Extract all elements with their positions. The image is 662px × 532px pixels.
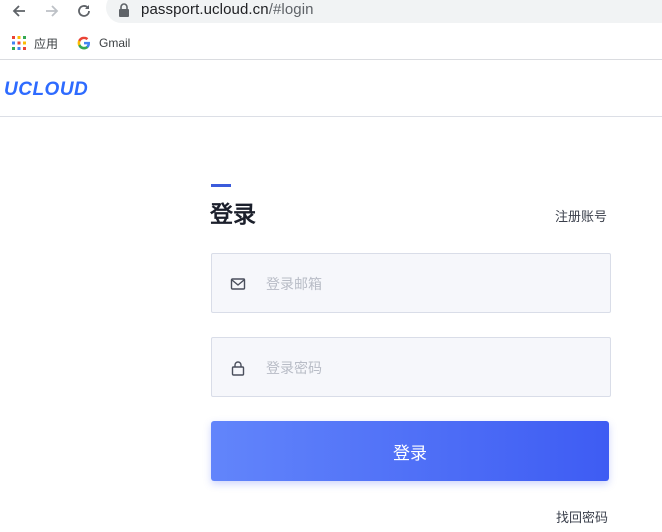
lock-icon	[231, 361, 245, 376]
bookmark-apps[interactable]: 应用	[12, 34, 58, 52]
email-field[interactable]: 登录邮箱	[211, 253, 611, 313]
password-placeholder: 登录密码	[266, 361, 322, 377]
bookmarks-bar: 应用 Gmail	[0, 26, 662, 60]
site-header: UCLOUD	[0, 61, 662, 117]
register-link[interactable]: 注册账号	[555, 206, 607, 225]
bookmark-gmail[interactable]: Gmail	[77, 34, 130, 52]
password-field[interactable]: 登录密码	[211, 337, 611, 397]
back-button[interactable]	[9, 1, 29, 21]
title-accent-bar	[211, 184, 231, 187]
forgot-password-link[interactable]: 找回密码	[556, 507, 608, 526]
forward-button[interactable]	[42, 1, 62, 21]
url-path: /#login	[268, 1, 314, 18]
reload-button[interactable]	[74, 1, 94, 21]
address-url[interactable]: passport.ucloud.cn/#login	[141, 0, 314, 20]
browser-toolbar: passport.ucloud.cn/#login	[0, 0, 662, 26]
bookmark-gmail-label: Gmail	[99, 36, 131, 50]
email-placeholder: 登录邮箱	[266, 277, 322, 293]
url-host: passport.ucloud.cn	[141, 1, 269, 18]
google-g-icon	[77, 36, 90, 50]
login-button[interactable]: 登录	[211, 421, 609, 481]
lock-icon	[119, 3, 129, 17]
arrow-left-icon	[12, 5, 25, 17]
apps-grid-icon	[12, 36, 26, 50]
mail-icon	[230, 278, 246, 290]
reload-icon	[78, 5, 90, 17]
bookmark-apps-label: 应用	[34, 36, 59, 51]
login-title: 登录	[210, 202, 256, 228]
login-button-label: 登录	[393, 443, 427, 464]
ucloud-logo[interactable]: UCLOUD	[4, 79, 88, 101]
arrow-right-icon	[46, 5, 59, 17]
